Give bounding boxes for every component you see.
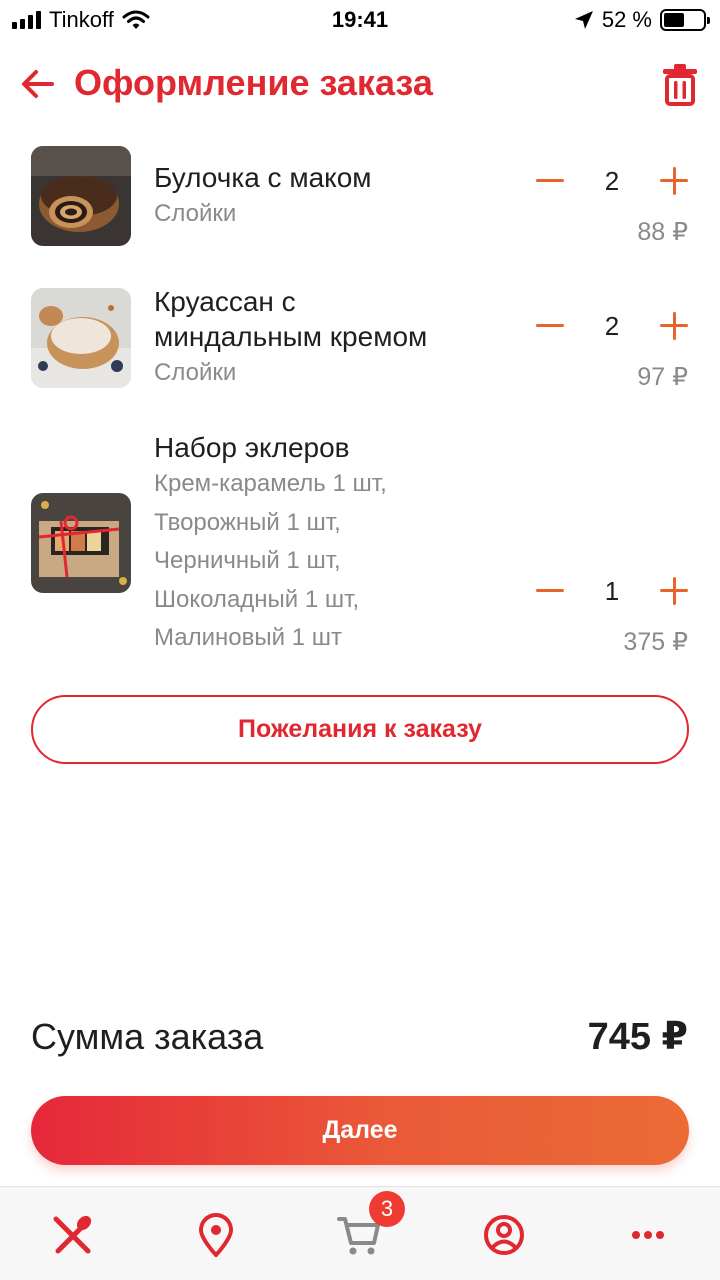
increase-button[interactable]	[654, 161, 694, 201]
increase-button[interactable]	[654, 571, 694, 611]
product-image	[31, 493, 131, 593]
item-name: Булочка с маком	[154, 162, 372, 193]
quantity-value: 1	[604, 576, 620, 606]
more-icon	[632, 1231, 664, 1239]
item-name: Набор эклеров	[154, 432, 350, 463]
battery-icon	[660, 9, 710, 31]
tab-profile[interactable]	[480, 1211, 528, 1259]
cart-badge: 3	[369, 1191, 405, 1227]
composition-line: Шоколадный 1 шт,	[154, 585, 360, 613]
tab-bar: 3	[0, 1186, 720, 1280]
trash-icon	[663, 64, 697, 106]
location-pin-icon	[199, 1213, 233, 1257]
total-value: 745 ₽	[587, 1016, 688, 1058]
clear-cart-button[interactable]	[662, 62, 698, 106]
order-wishes-button[interactable]: Пожелания к заказу	[31, 695, 689, 764]
product-image	[31, 146, 131, 246]
composition-line: Творожный 1 шт,	[154, 508, 341, 536]
battery-percent: 52 %	[601, 7, 652, 32]
status-right: 52 %	[574, 7, 710, 33]
tab-locations[interactable]	[192, 1211, 240, 1259]
tab-cart[interactable]: 3	[336, 1191, 405, 1259]
fork-spoon-icon	[53, 1215, 92, 1254]
quantity-stepper: 1	[530, 571, 690, 611]
item-name-line: миндальным кремом	[154, 321, 428, 352]
product-image	[31, 288, 131, 388]
page-title: Оформление заказа	[74, 62, 433, 103]
decrease-button[interactable]	[530, 306, 570, 346]
item-name: Круассан с миндальным кремом	[154, 284, 504, 354]
decrease-button[interactable]	[530, 571, 570, 611]
total-label: Сумма заказа	[31, 1016, 264, 1057]
composition-line: Малиновый 1 шт	[154, 624, 342, 651]
item-category: Слойки	[154, 200, 237, 227]
location-arrow-icon	[574, 11, 593, 29]
quantity-stepper: 2	[530, 161, 690, 201]
decrease-button[interactable]	[530, 161, 570, 201]
composition-line: Черничный 1 шт,	[154, 547, 341, 574]
next-button[interactable]: Далее	[31, 1096, 689, 1165]
tab-more[interactable]	[624, 1211, 672, 1259]
item-price: 97 ₽	[637, 363, 688, 391]
item-name-line: Круассан с	[154, 286, 296, 317]
back-button[interactable]	[18, 64, 58, 104]
quantity-stepper: 2	[530, 306, 690, 346]
item-price: 375 ₽	[623, 628, 688, 656]
profile-icon	[484, 1215, 524, 1255]
item-composition: Крем-карамель 1 шт, Творожный 1 шт, Черн…	[154, 465, 494, 658]
composition-line: Крем-карамель 1 шт,	[154, 470, 387, 497]
header: Оформление заказа	[0, 56, 720, 116]
quantity-value: 2	[604, 311, 620, 341]
arrow-left-icon	[22, 70, 54, 98]
item-category: Слойки	[154, 359, 237, 386]
tab-menu[interactable]	[48, 1211, 96, 1259]
status-bar: Tinkoff 19:41 52 %	[0, 0, 720, 40]
increase-button[interactable]	[654, 306, 694, 346]
quantity-value: 2	[604, 166, 620, 196]
item-price: 88 ₽	[637, 218, 688, 246]
